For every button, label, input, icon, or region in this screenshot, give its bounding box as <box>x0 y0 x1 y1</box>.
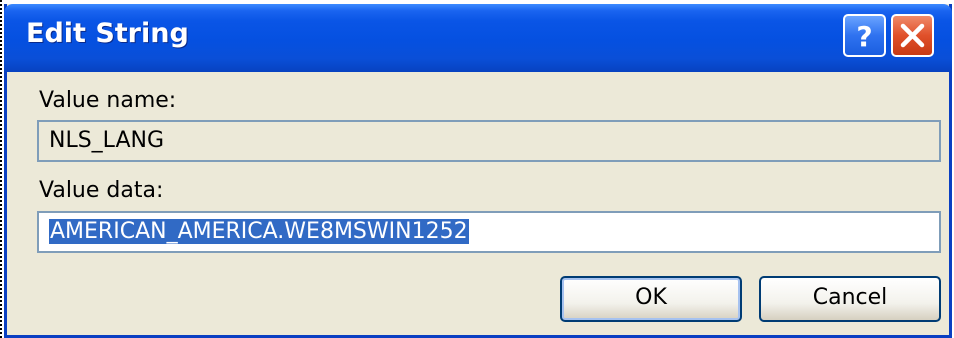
close-button[interactable] <box>891 14 934 57</box>
svg-text:?: ? <box>856 20 872 53</box>
question-mark-icon: ? <box>856 20 872 53</box>
value-name-label: Value name: <box>39 88 177 113</box>
dialog-body: Value name: NLS_LANG Value data: AMERICA… <box>7 72 949 335</box>
close-x-icon <box>900 23 925 48</box>
value-data-selected-text: AMERICAN_AMERICA.WE8MSWIN1252 <box>49 219 469 244</box>
help-button[interactable]: ? <box>843 14 886 57</box>
value-data-input[interactable]: AMERICAN_AMERICA.WE8MSWIN1252 <box>37 211 941 253</box>
ok-button[interactable]: OK <box>560 276 742 322</box>
cancel-button[interactable]: Cancel <box>759 276 941 322</box>
edit-string-dialog: Edit String ? Value name: NLS_LANG Value… <box>4 4 952 338</box>
value-name-field: NLS_LANG <box>37 120 941 162</box>
title-bar[interactable]: Edit String ? <box>4 4 952 72</box>
dialog-title: Edit String <box>26 18 189 49</box>
value-data-label: Value data: <box>39 178 164 203</box>
value-name-text: NLS_LANG <box>49 128 164 153</box>
